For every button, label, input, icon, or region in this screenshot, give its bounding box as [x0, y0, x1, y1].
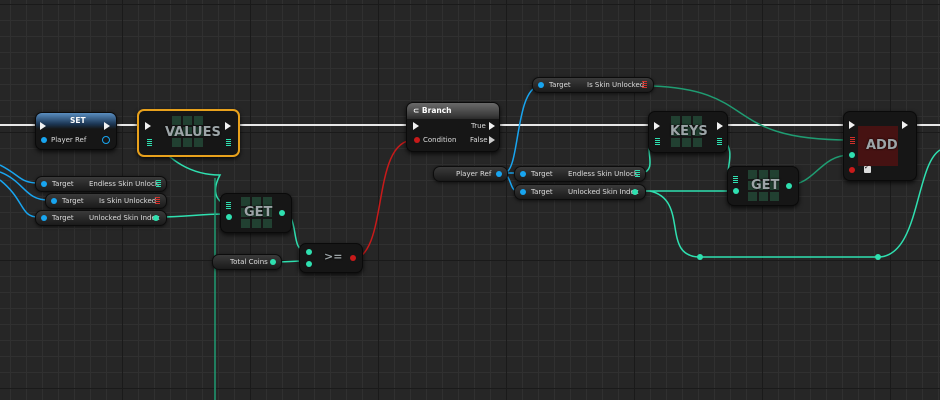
branch-title: ⊂ Branch	[413, 106, 452, 115]
array-in-pin[interactable]	[226, 202, 231, 209]
map-in-pin[interactable]	[850, 137, 855, 144]
object-out-pin[interactable]	[496, 171, 502, 177]
get-node-title: GET	[244, 205, 273, 220]
boolean-wire	[351, 139, 415, 261]
bool-array-out-pin[interactable]	[642, 81, 647, 88]
player-ref-getter-label: Player Ref	[456, 170, 492, 178]
value-label: Unlocked Skin Index	[568, 188, 639, 196]
target-is-skin-unlocked-top[interactable]: Target Is Skin Unlocked	[532, 77, 654, 93]
player-ref-getter[interactable]: Player Ref	[433, 166, 508, 182]
target-pin[interactable]	[41, 181, 47, 187]
value-in-pin[interactable]	[849, 167, 855, 173]
map-in-pin[interactable]	[655, 138, 660, 145]
exec-in-pin[interactable]	[40, 122, 46, 130]
true-label: True	[471, 122, 486, 130]
value-label: Endless Skin Unlock	[89, 180, 159, 188]
array-out-pin[interactable]	[226, 139, 231, 146]
array-out-pin[interactable]	[717, 138, 722, 145]
index-in-pin[interactable]	[226, 214, 232, 220]
add-node-title: ADD	[866, 138, 898, 153]
get-node-right[interactable]: GET	[727, 166, 799, 206]
exec-in-pin[interactable]	[654, 122, 660, 130]
get-node-left[interactable]: GET	[220, 193, 292, 233]
integer-out-pin[interactable]	[270, 259, 276, 265]
exec-out-pin[interactable]	[717, 122, 723, 130]
object-wire	[504, 85, 540, 174]
target-endless-skin-unlock-mid[interactable]: Target Endless Skin Unlock	[514, 166, 646, 182]
value-label: Endless Skin Unlock	[568, 170, 638, 178]
compare-node[interactable]: >=	[299, 243, 363, 273]
array-out-pin[interactable]	[156, 180, 161, 187]
player-ref-in-pin[interactable]	[41, 137, 47, 143]
target-unlocked-skin-index-mid[interactable]: Target Unlocked Skin Index	[514, 184, 646, 200]
total-coins-getter[interactable]: Total Coins	[212, 254, 282, 270]
target-pin[interactable]	[520, 171, 526, 177]
value-label: Is Skin Unlocked	[587, 81, 645, 89]
target-label: Target	[52, 180, 74, 188]
add-node[interactable]: ADD	[843, 111, 917, 181]
target-is-skin-unlocked-left[interactable]: Target Is Skin Unlocked	[45, 193, 167, 209]
integer-out-pin[interactable]	[632, 189, 638, 195]
map-in-pin[interactable]	[147, 139, 152, 146]
values-node-title: VALUES	[165, 125, 221, 140]
branch-icon: ⊂	[413, 106, 422, 115]
target-unlocked-skin-index-left[interactable]: Target Unlocked Skin Index	[35, 210, 167, 226]
reroute-node	[697, 254, 703, 260]
exec-out-pin[interactable]	[902, 121, 908, 129]
exec-in-pin[interactable]	[849, 121, 855, 129]
object-wire	[0, 179, 39, 218]
target-label: Target	[531, 170, 553, 178]
bool-out-pin[interactable]	[350, 255, 356, 261]
array-in-pin[interactable]	[733, 176, 738, 183]
values-node[interactable]: VALUES	[137, 109, 240, 157]
value-out-pin[interactable]	[786, 183, 792, 189]
target-endless-skin-unlock-left[interactable]: Target Endless Skin Unlock	[35, 176, 167, 192]
value-label: Unlocked Skin Index	[89, 214, 160, 222]
array-out-pin[interactable]	[635, 170, 640, 177]
target-label: Target	[52, 214, 74, 222]
index-in-pin[interactable]	[733, 188, 739, 194]
exec-out-pin[interactable]	[225, 122, 231, 130]
player-ref-label: Player Ref	[51, 136, 87, 144]
integer-out-pin[interactable]	[153, 215, 159, 221]
get-node-title: GET	[751, 178, 780, 193]
exec-in-pin[interactable]	[145, 122, 151, 130]
false-exec-pin[interactable]	[489, 136, 495, 144]
target-pin[interactable]	[41, 215, 47, 221]
key-in-pin[interactable]	[849, 152, 855, 158]
exec-out-pin[interactable]	[104, 122, 110, 130]
branch-node[interactable]: ⊂ Branch True Condition False	[406, 102, 500, 152]
target-label: Target	[531, 188, 553, 196]
condition-in-pin[interactable]	[414, 137, 420, 143]
target-label: Target	[549, 81, 571, 89]
b-in-pin[interactable]	[306, 261, 312, 267]
keys-node-title: KEYS	[670, 124, 708, 139]
value-checkbox[interactable]	[864, 163, 871, 173]
true-exec-pin[interactable]	[489, 122, 495, 130]
player-ref-out-pin[interactable]	[102, 136, 110, 144]
set-node-title: SET	[70, 116, 86, 125]
compare-node-title: >=	[324, 250, 343, 263]
false-label: False	[470, 136, 488, 144]
keys-node[interactable]: KEYS	[648, 111, 728, 153]
condition-label: Condition	[423, 136, 457, 144]
value-out-pin[interactable]	[279, 210, 285, 216]
set-node[interactable]: SET Player Ref	[35, 112, 117, 150]
target-pin[interactable]	[51, 198, 57, 204]
target-label: Target	[62, 197, 84, 205]
reroute-node	[875, 254, 881, 260]
a-in-pin[interactable]	[306, 249, 312, 255]
exec-in-pin[interactable]	[413, 122, 419, 130]
total-coins-label: Total Coins	[230, 258, 268, 266]
target-pin[interactable]	[538, 82, 544, 88]
value-label: Is Skin Unlocked	[99, 197, 157, 205]
bool-array-out-pin[interactable]	[155, 197, 160, 204]
target-pin[interactable]	[520, 189, 526, 195]
